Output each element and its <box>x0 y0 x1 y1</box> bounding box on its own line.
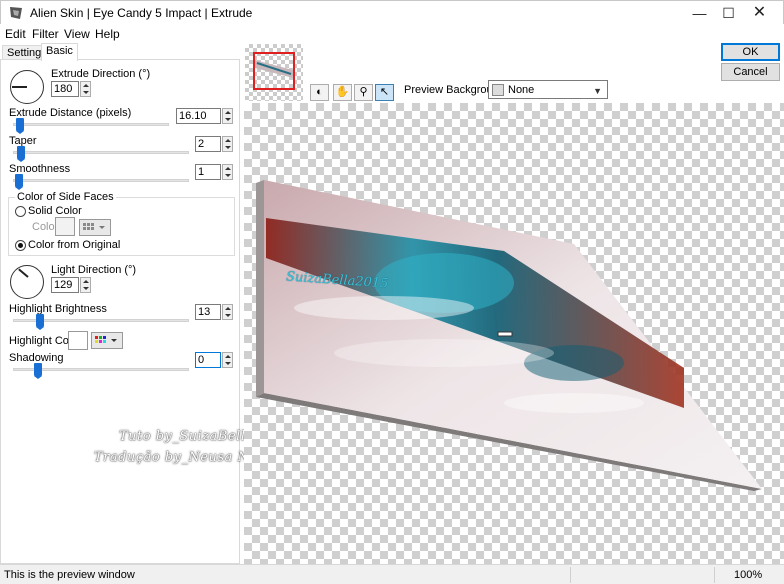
tab-strip: Settings Basic <box>0 43 240 61</box>
highlight-color-swatch[interactable] <box>68 331 88 350</box>
taper-slider[interactable] <box>17 146 25 162</box>
cancel-button[interactable]: Cancel <box>721 63 780 81</box>
status-bar: This is the preview window 100% <box>0 564 784 584</box>
shadowing-spinner[interactable] <box>222 352 233 368</box>
title-bar: Alien Skin | Eye Candy 5 Impact | Extrud… <box>0 0 784 24</box>
extrude-direction-spinner[interactable] <box>80 81 91 97</box>
preview-background-select[interactable]: None ▼ <box>488 80 608 99</box>
status-divider <box>714 567 715 583</box>
extrude-direction-label: Extrude Direction (°) <box>51 68 151 80</box>
preview-background-value: None <box>508 84 535 96</box>
taper-spinner[interactable] <box>222 136 233 152</box>
extrude-direction-input[interactable]: 180 <box>51 81 79 97</box>
chevron-down-icon: ▼ <box>593 86 602 96</box>
extrude-distance-slider[interactable] <box>16 118 24 134</box>
tab-basic[interactable]: Basic <box>41 43 78 61</box>
extrude-distance-spinner[interactable] <box>222 108 233 124</box>
hand-tool-icon[interactable]: ✋ <box>333 84 352 101</box>
solid-color-label: Solid Color <box>28 205 82 217</box>
color-from-original-radio[interactable] <box>15 240 26 251</box>
menu-help[interactable]: Help <box>95 27 120 41</box>
menu-filter[interactable]: Filter <box>32 27 59 41</box>
highlight-brightness-slider[interactable] <box>36 314 44 330</box>
side-color-swatch[interactable] <box>55 217 75 236</box>
smoothness-input[interactable]: 1 <box>195 164 221 180</box>
extrude-distance-input[interactable]: 16.10 <box>176 108 221 124</box>
extrude-distance-track <box>13 123 169 126</box>
taper-input[interactable]: 2 <box>195 136 221 152</box>
highlight-brightness-spinner[interactable] <box>222 304 233 320</box>
solid-color-radio[interactable] <box>15 206 26 217</box>
menu-bar: Edit Filter View Help <box>0 24 784 43</box>
color-from-original-label: Color from Original <box>28 239 121 251</box>
light-direction-spinner[interactable] <box>80 277 91 293</box>
side-color-palette-button[interactable] <box>79 219 111 236</box>
navigator-frame[interactable] <box>253 52 295 90</box>
highlight-color-palette-button[interactable] <box>91 332 123 349</box>
smoothness-slider[interactable] <box>15 174 23 190</box>
background-swatch-icon <box>492 84 504 96</box>
window-title: Alien Skin | Eye Candy 5 Impact | Extrud… <box>30 6 253 20</box>
app-icon <box>10 7 22 19</box>
menu-view[interactable]: View <box>64 27 90 41</box>
preview-image <box>256 180 762 491</box>
close-button[interactable]: ✕ <box>737 1 782 25</box>
settings-panel: Extrude Direction (°) 180 Extrude Distan… <box>0 59 289 564</box>
zoom-level: 100% <box>734 569 763 581</box>
smoothness-spinner[interactable] <box>222 164 233 180</box>
highlight-brightness-label: Highlight Brightness <box>9 303 107 315</box>
smoothness-track <box>13 179 189 182</box>
preview-toggle-icon[interactable]: ◐ <box>310 84 329 101</box>
extrude-distance-label: Extrude Distance (pixels) <box>9 107 132 119</box>
status-text: This is the preview window <box>4 569 135 581</box>
light-direction-label: Light Direction (°) <box>51 264 137 276</box>
side-faces-group-label: Color of Side Faces <box>15 191 116 203</box>
menu-edit[interactable]: Edit <box>5 27 26 41</box>
watermark-line1: Tuto by_SuizaBella <box>119 429 254 444</box>
taper-track <box>13 151 189 154</box>
shadowing-input[interactable]: 0 <box>195 352 221 368</box>
shadowing-slider[interactable] <box>34 363 42 379</box>
extrude-direction-dial[interactable] <box>10 70 44 104</box>
pointer-tool-icon[interactable]: ↖ <box>375 84 394 101</box>
navigator-thumbnail[interactable] <box>245 44 303 101</box>
palette-grid-icon <box>83 223 105 230</box>
palette-grid-icon <box>95 336 117 343</box>
zoom-tool-icon[interactable]: ⚲ <box>354 84 373 101</box>
light-direction-input[interactable]: 129 <box>51 277 79 293</box>
ok-button[interactable]: OK <box>721 43 780 61</box>
status-divider <box>570 567 571 583</box>
highlight-brightness-input[interactable]: 13 <box>195 304 221 320</box>
preview-window[interactable]: SuizaBella2015 <box>244 103 784 564</box>
dial-needle <box>18 268 29 278</box>
light-direction-dial[interactable] <box>10 265 44 299</box>
dial-needle <box>12 86 27 88</box>
